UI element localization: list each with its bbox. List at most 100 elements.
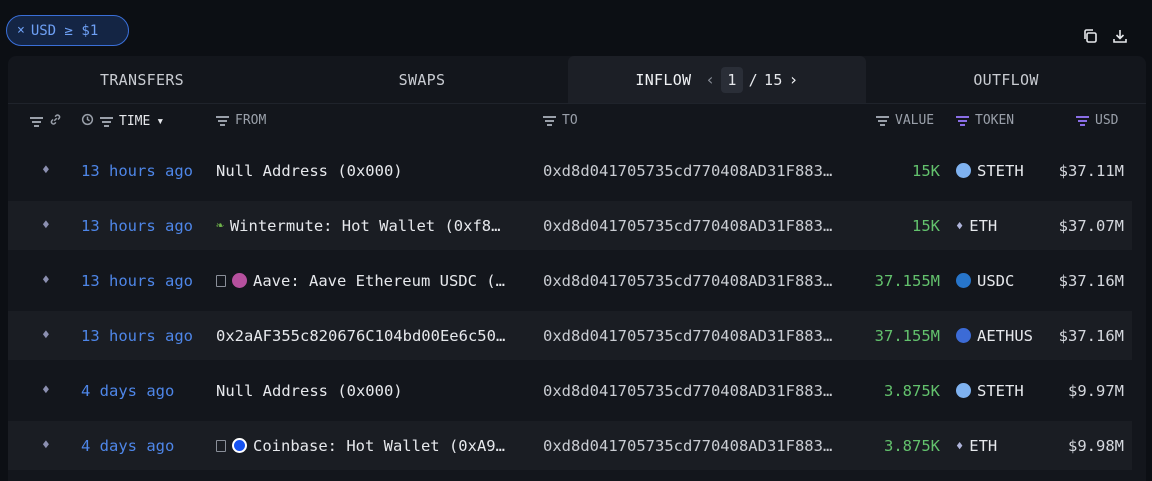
close-icon[interactable]: × (17, 23, 25, 38)
table-row[interactable]: ♦ 13 hours ago ❧ Wintermute: Hot Wallet (… (8, 201, 1132, 250)
steth-icon (956, 163, 971, 178)
to-address[interactable]: 0xd8d041705735cd770408AD31F883… (543, 256, 832, 305)
tab-inflow[interactable]: INFLOW ‹ 1 / 15 › (568, 56, 866, 103)
from-header-label: FROM (235, 113, 267, 128)
token-cell[interactable]: ♦ ETH (956, 201, 997, 250)
tab-transfers[interactable]: TRANSFERS (8, 56, 276, 103)
ethereum-chain-icon: ♦ (42, 328, 50, 343)
ethereum-chain-icon: ♦ (42, 273, 50, 288)
token-symbol: STETH (977, 161, 1024, 180)
download-icon[interactable] (1112, 28, 1128, 44)
token-symbol: USDC (977, 271, 1015, 290)
filter-icon[interactable] (1076, 116, 1089, 126)
aethus-icon (956, 328, 971, 343)
filter-icon[interactable] (543, 116, 556, 126)
time-link[interactable]: 4 days ago (81, 421, 174, 470)
page-separator: / (748, 70, 758, 89)
from-address[interactable]: Coinbase: Hot Wallet (0xA9… (216, 421, 534, 470)
value-amount: 15K (912, 161, 940, 180)
from-label: 0x2aAF355c820676C104bd00Ee6c50… (216, 326, 506, 345)
usdc-icon (956, 273, 971, 288)
usd-amount: $37.16M (1058, 271, 1124, 290)
usd-amount: $37.16M (1058, 326, 1124, 345)
table-row[interactable]: ♦ 4 days ago Null Address (0x000) 0xd8d0… (8, 366, 1132, 415)
tab-bar: TRANSFERS SWAPS INFLOW ‹ 1 / 15 › OUTFLO… (8, 56, 1146, 104)
prev-page-icon[interactable]: ‹ (705, 70, 715, 89)
from-column-header[interactable]: FROM (216, 113, 266, 128)
usd-filter-chip[interactable]: × USD ≥ $1 (6, 15, 129, 46)
usd-header-label: USD (1095, 113, 1119, 128)
from-address[interactable]: ❧ Wintermute: Hot Wallet (0xf8… (216, 201, 534, 250)
from-address[interactable]: Null Address (0x000) (216, 366, 534, 415)
filter-icon[interactable] (100, 117, 113, 127)
value-amount: 3.875K (884, 381, 940, 400)
value-amount: 37.155M (874, 326, 940, 345)
ethereum-chain-icon: ♦ (42, 438, 50, 453)
eth-icon: ♦ (956, 438, 964, 453)
from-address[interactable]: Null Address (0x000) (216, 146, 534, 195)
table-row[interactable]: ♦ 13 hours ago Null Address (0x000) 0xd8… (8, 146, 1132, 195)
token-header-label: TOKEN (975, 113, 1015, 128)
token-cell[interactable]: STETH (956, 146, 1024, 195)
transfers-panel: TRANSFERS SWAPS INFLOW ‹ 1 / 15 › OUTFLO… (8, 56, 1146, 481)
tab-inflow-label: INFLOW (635, 70, 692, 89)
filter-icon[interactable] (30, 117, 43, 127)
from-label: Null Address (0x000) (216, 161, 403, 180)
time-header-label: TIME (119, 114, 151, 129)
from-label: Wintermute: Hot Wallet (0xf8… (229, 216, 501, 235)
tab-swaps[interactable]: SWAPS (276, 56, 568, 103)
token-cell[interactable]: STETH (956, 366, 1024, 415)
token-column-header[interactable]: TOKEN (956, 113, 1014, 128)
time-link[interactable]: 13 hours ago (81, 146, 193, 195)
chain-column-header (30, 113, 62, 130)
value-column-header[interactable]: VALUE (876, 113, 934, 128)
table-row[interactable]: ♦ 13 hours ago Aave: Aave Ethereum USDC … (8, 256, 1132, 305)
next-page-icon[interactable]: › (789, 70, 799, 89)
usd-amount: $37.07M (1058, 216, 1124, 235)
contract-icon (216, 439, 226, 452)
time-column-header[interactable]: TIME ▾ (81, 113, 164, 130)
to-address[interactable]: 0xd8d041705735cd770408AD31F883… (543, 366, 832, 415)
from-address[interactable]: Aave: Aave Ethereum USDC (… (216, 256, 534, 305)
ethereum-chain-icon: ♦ (42, 163, 50, 178)
sort-desc-icon[interactable]: ▾ (156, 114, 164, 129)
time-link[interactable]: 13 hours ago (81, 311, 193, 360)
from-label: Aave: Aave Ethereum USDC (… (253, 271, 505, 290)
value-amount: 3.875K (884, 436, 940, 455)
copy-icon[interactable] (1082, 28, 1098, 44)
token-cell[interactable]: ♦ ETH (956, 421, 997, 470)
filter-icon[interactable] (956, 116, 969, 126)
time-link[interactable]: 13 hours ago (81, 201, 193, 250)
from-label: Coinbase: Hot Wallet (0xA9… (253, 436, 505, 455)
to-address[interactable]: 0xd8d041705735cd770408AD31F883… (543, 311, 832, 360)
table-row[interactable]: ♦ 13 hours ago 0x2aAF355c820676C104bd00E… (8, 311, 1132, 360)
usd-amount: $37.11M (1058, 161, 1124, 180)
steth-icon (956, 383, 971, 398)
filter-icon[interactable] (216, 116, 229, 126)
to-address[interactable]: 0xd8d041705735cd770408AD31F883… (543, 421, 832, 470)
contract-icon (216, 274, 226, 287)
table-row[interactable]: ♦ 4 days ago Coinbase: Hot Wallet (0xA9…… (8, 421, 1132, 470)
to-header-label: TO (562, 113, 578, 128)
from-label: Null Address (0x000) (216, 381, 403, 400)
from-address[interactable]: 0x2aAF355c820676C104bd00Ee6c50… (216, 311, 534, 360)
eth-icon: ♦ (956, 218, 964, 233)
token-cell[interactable]: USDC (956, 256, 1014, 305)
ethereum-chain-icon: ♦ (42, 218, 50, 233)
token-cell[interactable]: AETHUS (956, 311, 1033, 360)
to-column-header[interactable]: TO (543, 113, 578, 128)
filter-icon[interactable] (876, 116, 889, 126)
value-amount: 15K (912, 216, 940, 235)
to-address[interactable]: 0xd8d041705735cd770408AD31F883… (543, 146, 832, 195)
usd-column-header[interactable]: USD (1076, 113, 1118, 128)
link-icon[interactable] (49, 113, 62, 130)
to-address[interactable]: 0xd8d041705735cd770408AD31F883… (543, 201, 832, 250)
token-symbol: AETHUS (977, 326, 1033, 345)
tab-outflow[interactable]: OUTFLOW (866, 56, 1146, 103)
time-link[interactable]: 13 hours ago (81, 256, 193, 305)
token-symbol: STETH (977, 381, 1024, 400)
coinbase-icon (232, 438, 247, 453)
time-link[interactable]: 4 days ago (81, 366, 174, 415)
clock-icon (81, 113, 94, 130)
filter-chip-label: USD ≥ $1 (30, 22, 99, 39)
